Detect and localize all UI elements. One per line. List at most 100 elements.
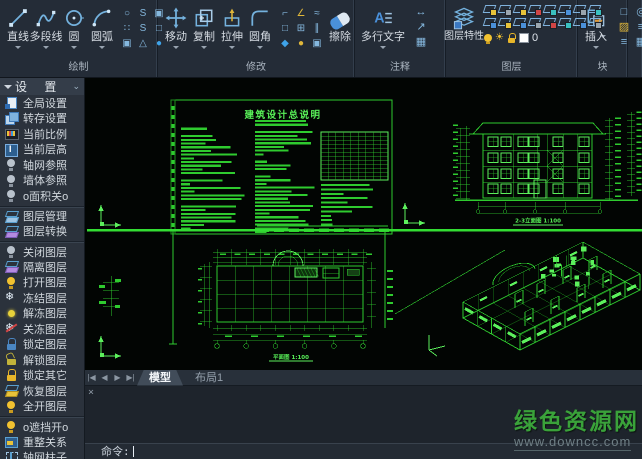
sidebar-item[interactable]: 隔离图层 bbox=[0, 259, 84, 275]
copy-button[interactable]: 复制 bbox=[190, 3, 218, 52]
table-icon[interactable] bbox=[410, 35, 432, 50]
layer-tool-icon[interactable] bbox=[572, 3, 586, 15]
sidebar-item[interactable]: 恢复图层 bbox=[0, 383, 84, 399]
circle-button[interactable]: 圆 bbox=[60, 3, 88, 52]
layer-tool-icon[interactable] bbox=[542, 3, 556, 15]
sidebar-item[interactable]: 转存设置 bbox=[0, 111, 84, 127]
layer-tool-icon[interactable] bbox=[572, 16, 586, 28]
chevron-down-icon[interactable] bbox=[15, 46, 21, 52]
sidebar-item[interactable]: 打开图层 bbox=[0, 275, 84, 291]
explode-icon[interactable] bbox=[277, 36, 293, 51]
sidebar-item[interactable]: 关闭图层 bbox=[0, 241, 84, 259]
layer-tool-icon[interactable] bbox=[527, 16, 541, 28]
sidebar-item[interactable]: 轴网参照 bbox=[0, 157, 84, 173]
layer-color-swatch[interactable] bbox=[519, 33, 529, 43]
layer-tool-icon[interactable] bbox=[482, 16, 496, 28]
mtext-button[interactable]: A 多行文字 bbox=[359, 3, 407, 52]
last-tab-button[interactable] bbox=[124, 370, 137, 386]
rollup-icon[interactable] bbox=[72, 81, 80, 92]
leader-icon[interactable] bbox=[410, 20, 432, 35]
sidebar-item[interactable]: 解锁图层 bbox=[0, 352, 84, 368]
layer-tool-icon[interactable] bbox=[512, 16, 526, 28]
point-icon[interactable] bbox=[119, 21, 135, 36]
chevron-down-icon[interactable] bbox=[380, 46, 386, 52]
line-button[interactable]: 直线 bbox=[4, 3, 32, 52]
sidebar-item[interactable]: 重整关系 bbox=[0, 434, 84, 450]
tool-icon[interactable] bbox=[630, 35, 642, 50]
move-button[interactable]: 移动 bbox=[162, 3, 190, 52]
break-icon[interactable] bbox=[293, 36, 309, 51]
layer-tool-icon[interactable] bbox=[587, 16, 601, 28]
chevron-down-icon[interactable] bbox=[43, 46, 49, 52]
layer-tool-icon[interactable] bbox=[542, 16, 556, 28]
layer-on-icon[interactable] bbox=[484, 34, 492, 42]
sidebar-item[interactable]: o遮挡开o bbox=[0, 416, 84, 434]
layer-tool-icon[interactable] bbox=[557, 3, 571, 15]
layer-panel-label[interactable]: 图层 bbox=[446, 61, 577, 77]
array-icon[interactable] bbox=[293, 21, 309, 36]
sidebar-item[interactable]: 墙体参照 bbox=[0, 173, 84, 189]
drawing-viewport[interactable]: 建筑设计总说明 2-3立面图 1:100 平面图 1:100 bbox=[85, 78, 642, 370]
rotate-icon[interactable] bbox=[293, 6, 309, 21]
offset-icon[interactable] bbox=[277, 21, 293, 36]
layer-tool-icon[interactable] bbox=[482, 3, 496, 15]
arc-button[interactable]: 圆弧 bbox=[88, 3, 116, 52]
tool-icon[interactable] bbox=[630, 20, 642, 35]
chevron-down-icon[interactable] bbox=[99, 46, 105, 52]
sidebar-item[interactable]: 关冻图层 bbox=[0, 321, 84, 337]
block-panel-label[interactable]: 块 bbox=[578, 61, 627, 77]
palette-header[interactable]: 设 置 bbox=[0, 78, 84, 95]
prev-tab-button[interactable] bbox=[98, 370, 111, 386]
sidebar-item[interactable]: 锁定图层 bbox=[0, 337, 84, 353]
chevron-down-icon[interactable] bbox=[593, 46, 599, 52]
join-icon[interactable] bbox=[309, 36, 325, 51]
layer-tool-icon[interactable] bbox=[497, 16, 511, 28]
layer-thaw-icon[interactable] bbox=[495, 33, 504, 43]
next-tab-button[interactable] bbox=[111, 370, 124, 386]
fillet-button[interactable]: 圆角 bbox=[246, 3, 274, 52]
erase-button[interactable]: 擦除 bbox=[326, 3, 354, 43]
layer-tool-icon[interactable] bbox=[587, 3, 601, 15]
tab-model[interactable]: 模型 bbox=[137, 370, 183, 386]
sidebar-item[interactable]: o面积关o bbox=[0, 188, 84, 204]
close-icon[interactable] bbox=[88, 387, 94, 398]
dimension-icon[interactable] bbox=[410, 5, 432, 20]
chevron-down-icon[interactable] bbox=[71, 46, 77, 52]
polyline-button[interactable]: 多段线 bbox=[32, 3, 60, 52]
first-tab-button[interactable] bbox=[85, 370, 98, 386]
layer-lock-icon[interactable] bbox=[507, 33, 516, 43]
chevron-down-icon[interactable] bbox=[257, 46, 263, 52]
spline-icon[interactable] bbox=[135, 6, 151, 21]
chevron-down-icon[interactable] bbox=[229, 46, 235, 52]
draw-panel-label[interactable]: 绘制 bbox=[0, 61, 157, 77]
layer-tool-icon[interactable] bbox=[512, 3, 526, 15]
sidebar-item[interactable]: 全开图层 bbox=[0, 399, 84, 415]
sidebar-item[interactable]: 冻结图层 bbox=[0, 290, 84, 306]
layer-tool-icon[interactable] bbox=[557, 16, 571, 28]
stretch-button[interactable]: 拉伸 bbox=[218, 3, 246, 52]
trim-icon[interactable] bbox=[277, 6, 293, 21]
sidebar-item[interactable]: 锁定其它 bbox=[0, 368, 84, 384]
tab-layout1[interactable]: 布局1 bbox=[183, 370, 235, 386]
sidebar-item[interactable]: 图层转换 bbox=[0, 224, 84, 240]
tool-icon[interactable] bbox=[630, 5, 642, 20]
sidebar-item[interactable]: 当前层高 bbox=[0, 142, 84, 158]
chevron-down-icon[interactable] bbox=[201, 46, 207, 52]
modify-panel-label[interactable]: 修改 bbox=[158, 61, 354, 77]
mirror-icon[interactable] bbox=[309, 21, 325, 36]
scale-icon[interactable] bbox=[309, 6, 325, 21]
sidebar-item[interactable]: 全局设置 bbox=[0, 95, 84, 111]
hatch-icon[interactable] bbox=[119, 36, 135, 51]
spline-fit-icon[interactable] bbox=[135, 21, 151, 36]
annotate-panel-label[interactable]: 注释 bbox=[355, 61, 445, 77]
sidebar-item[interactable]: 解冻图层 bbox=[0, 306, 84, 322]
layer-properties-button[interactable]: 图层特性 bbox=[450, 3, 478, 43]
sidebar-item[interactable]: 当前比例 bbox=[0, 126, 84, 142]
layer-tool-icon[interactable] bbox=[497, 3, 511, 15]
layer-tool-icon[interactable] bbox=[527, 3, 541, 15]
chevron-down-icon[interactable] bbox=[4, 85, 12, 93]
sidebar-item[interactable]: 图层管理 bbox=[0, 206, 84, 224]
sidebar-item[interactable]: 轴网柱子 bbox=[0, 450, 84, 459]
chevron-down-icon[interactable] bbox=[173, 46, 179, 52]
polygon-icon[interactable] bbox=[135, 36, 151, 51]
